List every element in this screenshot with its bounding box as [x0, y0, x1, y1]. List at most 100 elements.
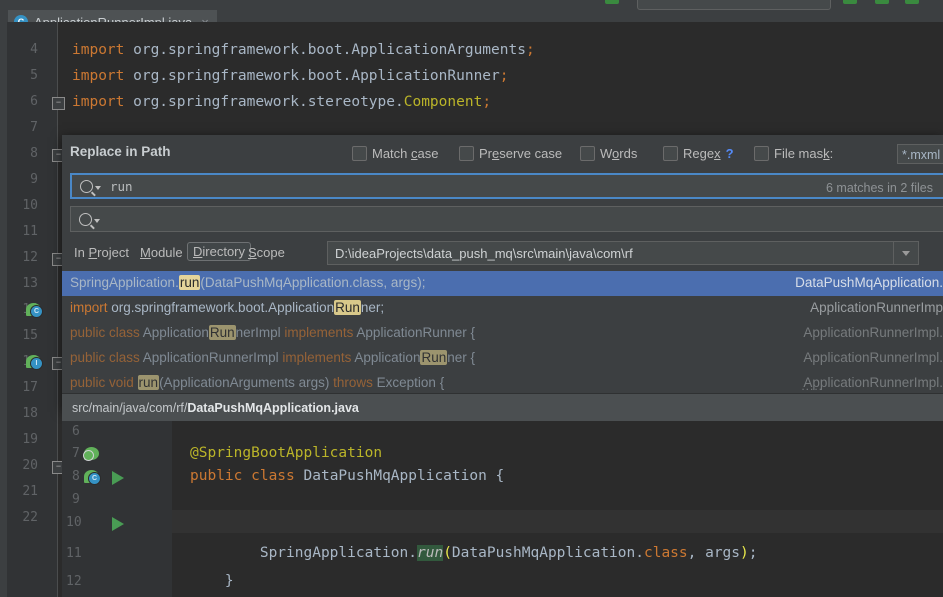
checkbox-box[interactable] [663, 146, 678, 161]
preview-line-number: 9 [72, 492, 80, 507]
editor-line-number: 17 [22, 380, 38, 395]
editor-line-number: 5 [30, 68, 38, 83]
search-input[interactable]: run [70, 173, 943, 199]
preview-pane[interactable]: 678910111213C @SpringBootApplicationpubl… [62, 421, 943, 597]
result-text: public class ApplicationRunnerImpl imple… [70, 325, 476, 340]
checkbox-box[interactable] [352, 146, 367, 161]
profile-icon[interactable] [905, 0, 919, 4]
dialog-title: Replace in Path [70, 144, 171, 159]
checkbox-box[interactable] [459, 146, 474, 161]
checkbox-words[interactable]: Words [580, 146, 637, 161]
run-icon[interactable] [605, 0, 619, 4]
checkbox-file-mask[interactable]: File mask: [754, 146, 833, 161]
editor-line-number: 19 [22, 432, 38, 447]
scope-selector-row[interactable]: In Project Module Directory Scope D:\ide… [62, 239, 943, 269]
result-text: public class ApplicationRunnerImpl imple… [70, 350, 475, 365]
editor-line-number: 15 [22, 328, 38, 343]
regex-help-icon[interactable]: ? [726, 146, 734, 161]
checkbox-box[interactable] [754, 146, 769, 161]
search-result-row[interactable]: public void run(ApplicationArguments arg… [62, 371, 943, 393]
run-arrow-icon[interactable] [112, 471, 124, 485]
replace-input[interactable] [70, 206, 943, 232]
editor-line-number: 9 [30, 172, 38, 187]
result-text: public void run(ApplicationArguments arg… [70, 375, 445, 390]
match-count-label: 6 matches in 2 files [826, 181, 933, 195]
scope-path-dropdown-button[interactable] [893, 242, 918, 264]
replace-history-chevron-icon[interactable] [94, 219, 100, 223]
scope-button-scope[interactable]: Scope [248, 245, 285, 260]
editor-line-number: 13 [22, 276, 38, 291]
preview-line-number: 10 [66, 515, 82, 530]
editor-line-number: 7 [30, 120, 38, 135]
spring-bean-interface-icon[interactable]: I [26, 355, 43, 370]
search-results-list[interactable]: SpringApplication.run(DataPushMqApplicat… [62, 271, 943, 393]
result-file-name: ApplicationRunnerImpl. [803, 375, 943, 390]
fold-toggle-icon[interactable]: − [52, 97, 65, 110]
checkbox-label: Regex [683, 146, 721, 161]
preview-line-number: 8 [72, 469, 80, 484]
main-toolbar[interactable] [0, 0, 943, 10]
scope-path-value: D:\ideaProjects\data_push_mq\src\main\ja… [335, 245, 633, 261]
checkbox-label: Preserve case [479, 146, 563, 161]
search-history-chevron-icon[interactable] [95, 186, 101, 190]
search-result-row[interactable]: public class ApplicationRunnerImpl imple… [62, 346, 943, 371]
dialog-header: Replace in Path Match case Preserve case… [62, 135, 943, 170]
editor-code-line: import org.springframework.stereotype.Co… [72, 94, 492, 110]
spring-bean-icon[interactable]: C [26, 303, 43, 318]
preview-file-header: src/main/java/com/rf/DataPushMqApplicati… [62, 393, 943, 422]
checkbox-box[interactable] [580, 146, 595, 161]
scope-path-input[interactable]: D:\ideaProjects\data_push_mq\src\main\ja… [327, 241, 919, 265]
search-result-row[interactable]: SpringApplication.run(DataPushMqApplicat… [62, 271, 943, 296]
scope-button-in-project[interactable]: In Project [74, 245, 129, 260]
editor-code-line: import org.springframework.boot.Applicat… [72, 42, 535, 58]
search-input-value: run [110, 178, 133, 194]
editor-line-number: 11 [22, 224, 38, 239]
editor-line-number: 8 [30, 146, 38, 161]
coverage-icon[interactable] [875, 0, 889, 4]
preview-line-number: 11 [66, 546, 82, 561]
editor-line-number: 22 [22, 510, 38, 525]
result-text: import org.springframework.boot.Applicat… [70, 300, 385, 315]
checkbox-regex[interactable]: Regex ? [663, 146, 734, 161]
replace-in-path-dialog[interactable]: Replace in Path Match case Preserve case… [62, 135, 943, 422]
preview-code-line: SpringApplication.run(DataPushMqApplicat… [190, 545, 758, 561]
preview-code-line: public class DataPushMqApplication { [190, 468, 505, 484]
editor-gutter[interactable]: 45678910111213141516171819202122CI [0, 22, 58, 597]
spring-bean-icon[interactable]: C [84, 470, 101, 485]
search-result-row[interactable]: public class ApplicationRunnerImpl imple… [62, 321, 943, 346]
search-icon [80, 179, 93, 193]
preview-gutter[interactable]: 678910111213C [62, 421, 172, 597]
run-arrow-icon[interactable] [112, 517, 124, 531]
debug-icon[interactable] [843, 0, 857, 4]
spring-bean-search-icon[interactable] [83, 447, 99, 461]
checkbox-preserve-case[interactable]: Preserve case [459, 146, 562, 161]
preview-line-number: 7 [72, 446, 80, 461]
preview-line-number: 6 [72, 424, 80, 439]
preview-code-area[interactable]: @SpringBootApplication public class DataP… [172, 421, 943, 597]
checkbox-match-case[interactable]: Match case [352, 146, 438, 161]
scope-button-module[interactable]: Module [140, 245, 183, 260]
search-result-row[interactable]: import org.springframework.boot.Applicat… [62, 296, 943, 321]
checkbox-label: Match case [372, 146, 439, 161]
scope-button-directory[interactable]: Directory [187, 242, 252, 261]
editor-line-number: 20 [22, 458, 38, 473]
checkbox-label: File mask: [774, 146, 834, 161]
editor-code-line: import org.springframework.boot.Applicat… [72, 68, 509, 84]
preview-file-path: src/main/java/com/rf/DataPushMqApplicati… [72, 401, 359, 415]
result-file-name: ApplicationRunnerImpl. [803, 350, 943, 365]
result-ellipsis: ..... [801, 379, 823, 393]
search-icon [79, 212, 92, 226]
checkbox-label: Words [600, 146, 638, 161]
editor-line-number: 6 [30, 94, 38, 109]
preview-code-line: } [190, 573, 234, 589]
editor-line-number: 21 [22, 484, 38, 499]
run-configuration-selector[interactable] [637, 0, 831, 10]
file-mask-input[interactable]: *.mxml [897, 144, 943, 164]
editor-line-number: 12 [22, 250, 38, 265]
preview-line-number: 12 [66, 574, 82, 589]
chevron-down-icon [902, 250, 910, 256]
result-file-name: DataPushMqApplication. [795, 275, 943, 290]
editor-left-strip [0, 10, 7, 597]
result-file-name: ApplicationRunnerImpl. [803, 325, 943, 340]
editor-line-number: 18 [22, 406, 38, 421]
